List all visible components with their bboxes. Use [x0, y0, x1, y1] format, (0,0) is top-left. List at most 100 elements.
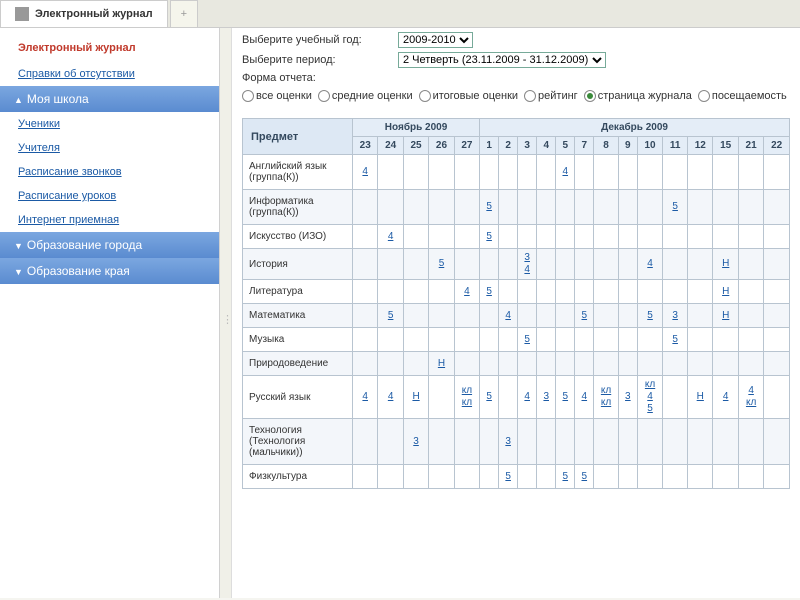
- sidebar-link[interactable]: Ученики: [0, 112, 219, 136]
- grade-cell: Н: [403, 376, 428, 419]
- grade-link[interactable]: Н: [718, 286, 732, 298]
- grade-link[interactable]: 5: [485, 391, 493, 403]
- grade-cell: [429, 280, 454, 304]
- grade-cell: [518, 352, 537, 376]
- grade-link[interactable]: 3: [542, 391, 550, 403]
- report-option[interactable]: рейтинг: [524, 90, 578, 102]
- grade-link[interactable]: 5: [668, 201, 682, 213]
- grade-link[interactable]: 5: [504, 471, 512, 483]
- tab-add[interactable]: +: [170, 0, 198, 27]
- report-option[interactable]: средние оценки: [318, 90, 413, 102]
- grade-cell: клкл: [594, 376, 619, 419]
- grade-link[interactable]: Н: [693, 391, 707, 403]
- report-option[interactable]: все оценки: [242, 90, 312, 102]
- grade-cell: [575, 155, 594, 190]
- grade-link[interactable]: 5: [485, 286, 493, 298]
- year-select[interactable]: 2009-2010: [398, 32, 473, 48]
- grade-link[interactable]: 5: [485, 231, 493, 243]
- grade-cell: [663, 419, 688, 465]
- grade-link[interactable]: 3: [523, 252, 531, 264]
- period-select[interactable]: 2 Четверть (23.11.2009 - 31.12.2009): [398, 52, 606, 68]
- subject-cell: Английский язык (группа(К)): [243, 155, 353, 190]
- grade-cell: [618, 190, 637, 225]
- grade-cell: [518, 280, 537, 304]
- day-header: 7: [575, 137, 594, 155]
- sidebar-link[interactable]: Учителя: [0, 136, 219, 160]
- grade-cell: [353, 419, 378, 465]
- grade-cell: [403, 155, 428, 190]
- grade-link[interactable]: Н: [434, 358, 448, 370]
- grade-link[interactable]: 4: [580, 391, 588, 403]
- grade-cell: [537, 225, 556, 249]
- grade-link[interactable]: 4: [718, 391, 732, 403]
- link-absence[interactable]: Справки об отсутствии: [0, 62, 219, 86]
- grade-link[interactable]: 5: [668, 334, 682, 346]
- grade-cell: 5: [575, 465, 594, 489]
- grade-cell: [499, 280, 518, 304]
- month-header: Ноябрь 2009: [353, 119, 480, 137]
- grade-link[interactable]: кл: [643, 379, 657, 391]
- grade-link[interactable]: 4: [523, 264, 531, 276]
- grade-link[interactable]: 4: [504, 310, 512, 322]
- grade-link[interactable]: Н: [718, 258, 732, 270]
- grade-link[interactable]: 5: [561, 471, 569, 483]
- grade-cell: 3: [537, 376, 556, 419]
- grade-link[interactable]: 3: [409, 436, 423, 448]
- grade-link[interactable]: 3: [668, 310, 682, 322]
- radio-icon: [698, 90, 710, 102]
- chevron-down-icon: ▼: [14, 267, 23, 277]
- report-option[interactable]: посещаемость: [698, 90, 787, 102]
- grade-link[interactable]: 4: [744, 385, 758, 397]
- grade-cell: [518, 190, 537, 225]
- grade-link[interactable]: 4: [358, 391, 372, 403]
- day-header: 24: [378, 137, 403, 155]
- sidebar-link[interactable]: Интернет приемная: [0, 208, 219, 232]
- grade-link[interactable]: 3: [504, 436, 512, 448]
- grade-cell: [353, 190, 378, 225]
- grade-link[interactable]: 4: [460, 286, 474, 298]
- section-city[interactable]: ▼Образование города: [0, 232, 219, 258]
- grade-link[interactable]: кл: [599, 397, 613, 409]
- grade-link[interactable]: кл: [599, 385, 613, 397]
- grade-link[interactable]: 5: [580, 310, 588, 322]
- grade-link[interactable]: 5: [561, 391, 569, 403]
- grade-link[interactable]: 4: [643, 391, 657, 403]
- grade-cell: [556, 419, 575, 465]
- grade-link[interactable]: 4: [383, 391, 397, 403]
- day-header: 2: [499, 137, 518, 155]
- grade-link[interactable]: 4: [523, 391, 531, 403]
- grade-link[interactable]: 5: [523, 334, 531, 346]
- grade-link[interactable]: 5: [383, 310, 397, 322]
- grade-link[interactable]: 3: [624, 391, 632, 403]
- day-header: 12: [688, 137, 713, 155]
- grade-link[interactable]: 4: [561, 166, 569, 178]
- grade-link[interactable]: 4: [358, 166, 372, 178]
- grade-cell: [353, 249, 378, 280]
- grade-cell: [353, 352, 378, 376]
- grade-cell: 5: [663, 328, 688, 352]
- section-my-school[interactable]: ▲Моя школа: [0, 86, 219, 112]
- section-region[interactable]: ▼Образование края: [0, 258, 219, 284]
- grade-link[interactable]: кл: [744, 397, 758, 409]
- grade-link[interactable]: Н: [409, 391, 423, 403]
- grade-link[interactable]: кл: [460, 397, 474, 409]
- grade-link[interactable]: 5: [643, 310, 657, 322]
- report-option[interactable]: итоговые оценки: [419, 90, 518, 102]
- grade-link[interactable]: 5: [434, 258, 448, 270]
- grade-link[interactable]: 5: [643, 403, 657, 415]
- grade-link[interactable]: 5: [580, 471, 588, 483]
- grade-link[interactable]: 5: [485, 201, 493, 213]
- report-option[interactable]: страница журнала: [584, 90, 692, 102]
- grade-link[interactable]: Н: [718, 310, 732, 322]
- grade-cell: [713, 225, 738, 249]
- grade-cell: [764, 225, 790, 249]
- grade-link[interactable]: 4: [643, 258, 657, 270]
- sidebar-link[interactable]: Расписание уроков: [0, 184, 219, 208]
- tab-journal[interactable]: Электронный журнал: [0, 0, 168, 27]
- grade-link[interactable]: 4: [383, 231, 397, 243]
- grade-cell: [594, 465, 619, 489]
- day-header: 1: [480, 137, 499, 155]
- splitter[interactable]: [220, 28, 232, 598]
- sidebar-link[interactable]: Расписание звонков: [0, 160, 219, 184]
- grade-link[interactable]: кл: [460, 385, 474, 397]
